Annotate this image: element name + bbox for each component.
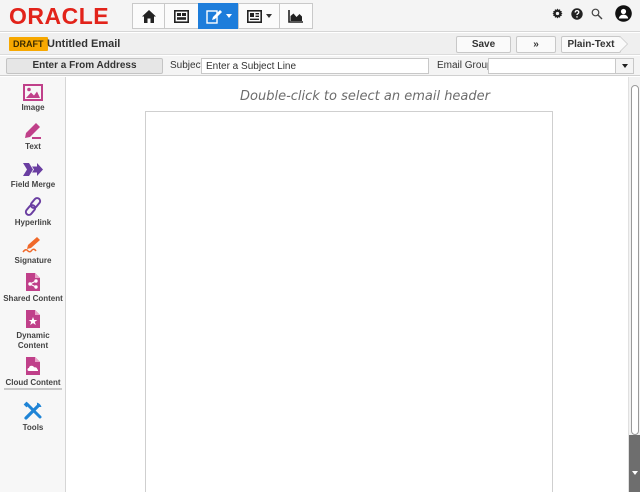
palette-item-image[interactable]: Image xyxy=(0,84,66,113)
scrollbar-lower-track[interactable] xyxy=(629,435,640,492)
merge-arrow-icon xyxy=(0,161,66,178)
star-document-icon xyxy=(0,309,66,329)
link-icon xyxy=(0,197,66,216)
palette-divider xyxy=(4,388,62,390)
palette-item-field-merge[interactable]: Field Merge xyxy=(0,161,66,190)
top-navigation-bar: ORACLE xyxy=(0,0,640,32)
palette-item-text[interactable]: Text xyxy=(0,122,66,152)
search-icon[interactable] xyxy=(591,8,603,20)
plain-text-button-arrow xyxy=(620,36,628,52)
status-badge: DRAFT xyxy=(9,37,48,51)
content-palette: Image Text Field Merge Hyperlink Signatu… xyxy=(0,77,66,492)
tools-icon xyxy=(0,401,66,421)
main-nav-group xyxy=(132,3,313,29)
edit-icon xyxy=(205,9,222,24)
palette-label: Cloud Content xyxy=(5,378,61,387)
oracle-logo[interactable]: ORACLE xyxy=(9,4,109,28)
shared-document-icon xyxy=(0,272,66,292)
email-group-label: Email Group: xyxy=(437,60,496,71)
palette-label: Image xyxy=(21,103,45,112)
vertical-scrollbar[interactable] xyxy=(628,77,640,492)
user-icon[interactable] xyxy=(615,5,632,22)
chart-icon xyxy=(288,9,304,23)
palette-item-cloud-content[interactable]: Cloud Content xyxy=(0,356,66,388)
image-icon xyxy=(0,84,66,101)
nav-dashboard-button[interactable] xyxy=(164,3,198,29)
palette-label: Tools xyxy=(22,423,44,432)
palette-label: Hyperlink xyxy=(14,218,52,227)
nav-layout-button[interactable] xyxy=(238,3,279,29)
top-right-tools xyxy=(544,5,632,22)
chevron-down-icon xyxy=(265,14,272,18)
palette-item-signature[interactable]: Signature xyxy=(0,236,66,266)
palette-label: Shared Content xyxy=(3,294,63,303)
palette-item-shared-content[interactable]: Shared Content xyxy=(0,272,66,304)
settings-icon[interactable] xyxy=(552,8,563,19)
chevron-down-icon xyxy=(225,14,232,18)
email-title[interactable]: Untitled Email xyxy=(47,37,120,51)
nav-home-button[interactable] xyxy=(132,3,164,29)
palette-item-tools[interactable]: Tools xyxy=(0,401,66,433)
email-group-select[interactable] xyxy=(488,58,634,74)
chevron-down-icon xyxy=(621,64,628,68)
palette-label: Text xyxy=(25,142,41,151)
email-header-fields: Enter a From Address Subject: Email Grou… xyxy=(0,56,640,76)
email-canvas[interactable]: Double-click to select an email header xyxy=(67,77,627,492)
palette-label: Field Merge xyxy=(10,180,56,189)
from-address-button[interactable]: Enter a From Address xyxy=(6,58,163,74)
palette-item-dynamic-content[interactable]: Dynamic Content xyxy=(0,309,66,351)
canvas-hint: Double-click to select an email header xyxy=(240,89,490,104)
signature-pen-icon xyxy=(0,236,66,254)
layout-icon xyxy=(246,9,262,23)
plain-text-button[interactable]: Plain-Text xyxy=(561,36,621,53)
email-group-dropdown-button[interactable] xyxy=(615,59,633,73)
palette-item-hyperlink[interactable]: Hyperlink xyxy=(0,197,66,228)
palette-label: Signature xyxy=(14,256,52,265)
scroll-down-arrow-icon[interactable] xyxy=(632,471,638,475)
home-icon xyxy=(141,9,157,24)
scrollbar-thumb[interactable] xyxy=(631,85,639,435)
subject-input[interactable] xyxy=(201,58,429,74)
cloud-document-icon xyxy=(0,356,66,376)
email-title-bar: DRAFT Untitled Email Save » Plain-Text xyxy=(0,33,640,55)
save-button[interactable]: Save xyxy=(456,36,511,53)
email-body-frame[interactable] xyxy=(145,111,553,492)
pencil-icon xyxy=(0,122,66,140)
more-actions-button[interactable]: » xyxy=(516,36,556,53)
nav-edit-button[interactable] xyxy=(198,3,238,29)
dashboard-icon xyxy=(174,9,189,23)
palette-label: Dynamic Content xyxy=(16,331,50,350)
nav-insights-button[interactable] xyxy=(279,3,313,29)
help-icon[interactable] xyxy=(571,7,583,20)
